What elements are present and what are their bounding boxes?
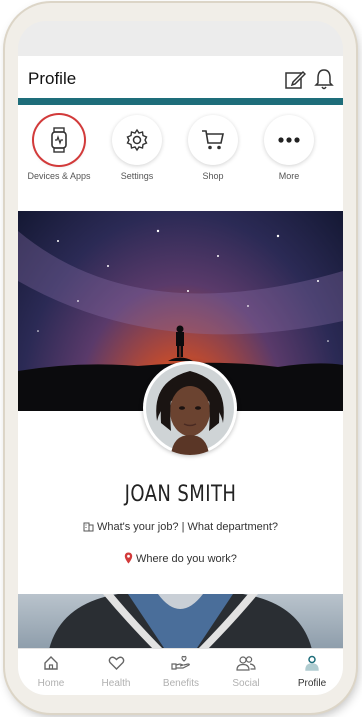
tab-health[interactable]: Health (88, 655, 144, 689)
superhero-shirt-photo (48, 594, 313, 654)
shop-button[interactable]: Shop (178, 115, 248, 182)
settings-label: Settings (120, 171, 154, 181)
benefits-hand-icon (171, 655, 190, 670)
devices-apps-button[interactable]: Devices & Apps (24, 115, 94, 182)
cart-icon (202, 130, 224, 150)
header-accent-bar (18, 98, 343, 105)
profile-name: JOAN SMITH (124, 482, 237, 507)
tab-health-label: Health (101, 678, 131, 689)
heart-icon (108, 656, 124, 670)
edit-icon[interactable] (284, 69, 306, 91)
more-dots-icon (278, 137, 300, 143)
job-prompt-text: What's your job? | What department? (96, 521, 279, 533)
shop-label: Shop (202, 171, 224, 181)
tab-benefits[interactable]: Benefits (153, 655, 209, 689)
tab-benefits-label: Benefits (162, 678, 200, 689)
page-title: Profile (28, 69, 77, 88)
home-icon (44, 656, 58, 670)
work-location-prompt[interactable]: Where do you work? (18, 552, 343, 565)
settings-button[interactable]: Settings (102, 115, 172, 182)
job-department-prompt[interactable]: What's your job? | What department? (18, 521, 343, 533)
bottom-tab-bar: Home Health Benefits Social Profile (18, 648, 343, 695)
gear-icon (126, 128, 148, 152)
more-label: More (278, 171, 300, 181)
people-icon (236, 656, 256, 671)
tab-social[interactable]: Social (218, 655, 274, 689)
smartwatch-icon (51, 127, 67, 153)
feed-post-image[interactable] (18, 594, 343, 654)
app-screen: Profile Devices & Apps Settings Shop Mor… (18, 21, 343, 695)
devices-apps-label: Devices & Apps (27, 171, 91, 181)
bell-icon[interactable] (313, 67, 335, 91)
building-icon (83, 522, 94, 532)
phone-frame: Profile Devices & Apps Settings Shop Mor… (5, 3, 356, 713)
quick-actions: Devices & Apps Settings Shop More (18, 105, 343, 211)
profile-portrait (146, 364, 234, 455)
location-pin-icon (124, 552, 133, 564)
tab-home[interactable]: Home (23, 655, 79, 689)
location-prompt-text: Where do you work? (136, 553, 237, 565)
tab-social-label: Social (232, 678, 260, 689)
person-icon (305, 655, 319, 671)
tab-profile-label: Profile (297, 678, 327, 689)
tab-profile[interactable]: Profile (284, 655, 340, 689)
avatar[interactable] (143, 361, 237, 455)
tab-home-label: Home (37, 678, 65, 689)
more-button[interactable]: More (254, 115, 324, 182)
